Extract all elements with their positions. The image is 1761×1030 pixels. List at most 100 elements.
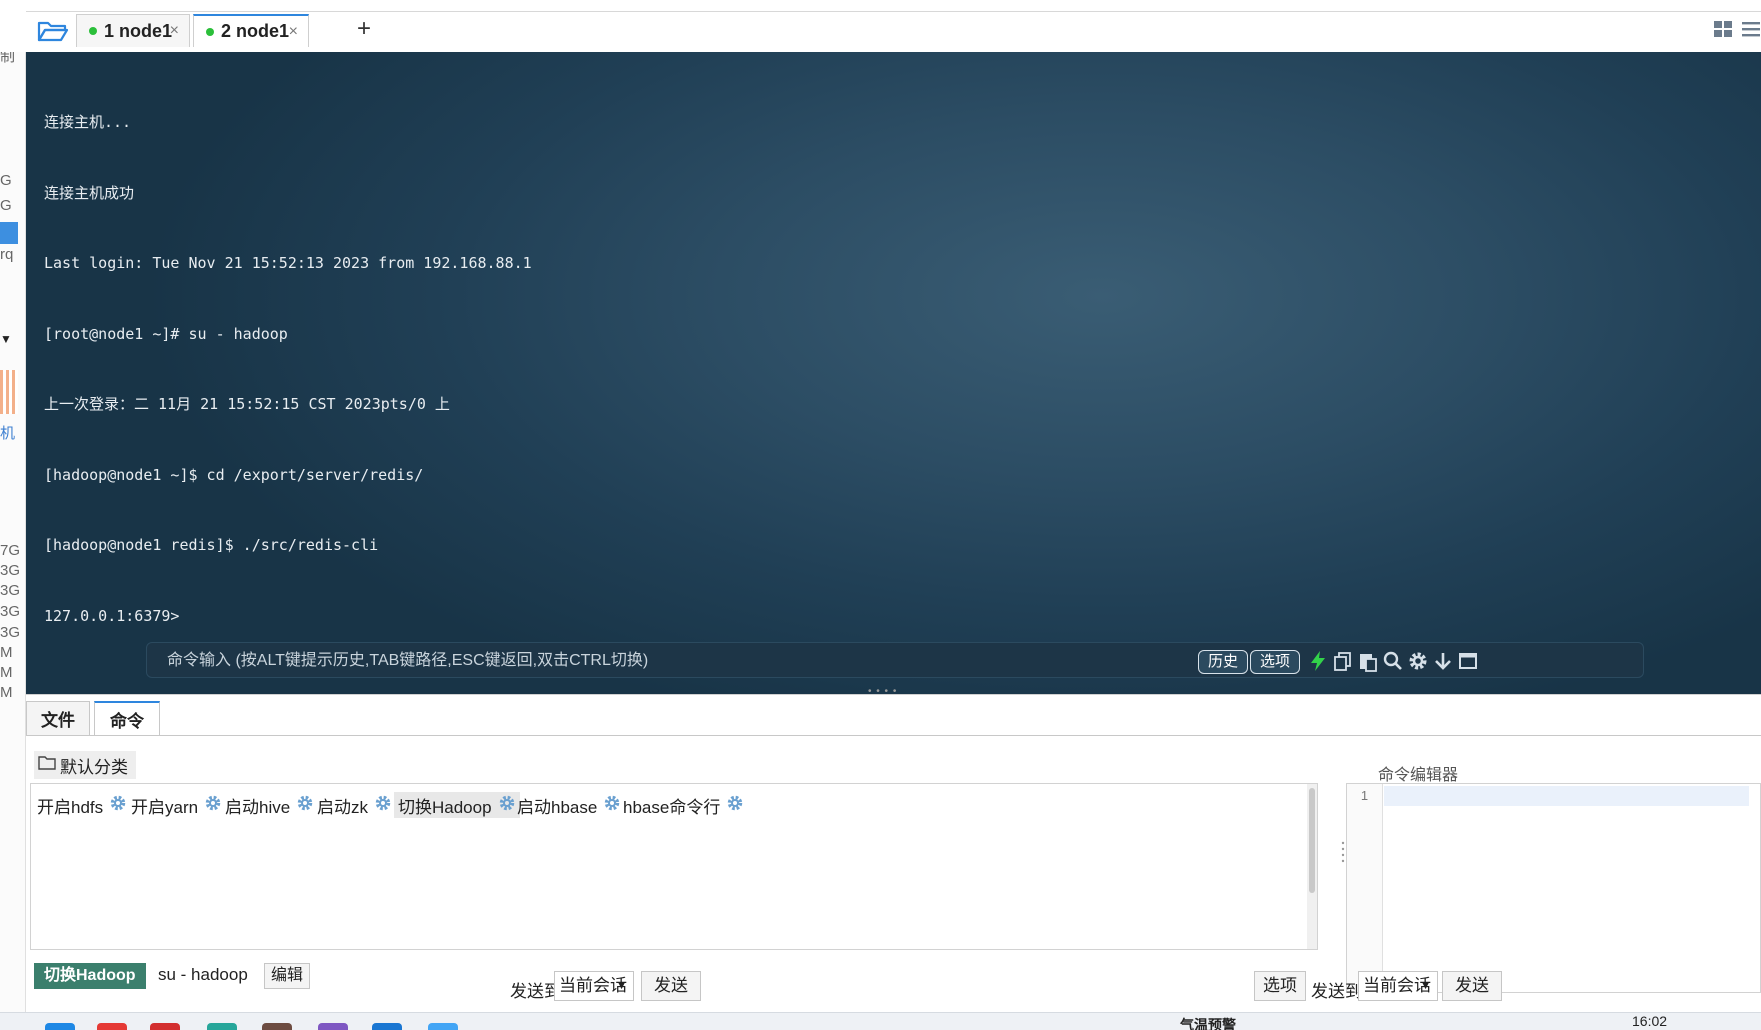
command-input-bar: 历史 选项 [146,642,1644,678]
command-editor-textarea[interactable] [1387,786,1747,986]
options-button[interactable]: 选项 [1250,650,1301,674]
menu-icon[interactable] [1741,20,1761,43]
bottom-panel: 文件 命令 默认分类 开启hdfs 开启yarn 启动hive 启动zk 切换H… [26,694,1761,1001]
edit-command-button[interactable]: 编辑 [264,963,311,989]
gear-icon[interactable] [204,794,222,817]
sidebar-fragment: M [0,664,13,681]
sidebar-fragment: rq [0,246,14,263]
ide-icon[interactable] [318,1023,348,1030]
tab-label: 2 node1 [221,21,290,41]
quick-command-label: 开启yarn [131,797,199,817]
download-arrow-icon[interactable] [1432,650,1454,672]
sidebar-fragment: 3G [0,624,21,641]
category-default[interactable]: 默认分类 [34,751,136,779]
app-icon[interactable] [428,1023,458,1030]
sidebar-fragment: G [0,197,12,214]
tab-session-1[interactable]: 1 node1 × [76,14,190,47]
quick-command-item[interactable]: 启动hbase [513,792,625,818]
paste-icon[interactable] [1357,650,1379,672]
quick-command-item[interactable]: 启动zk [313,792,396,818]
app-icon[interactable] [150,1023,180,1030]
maximize-icon[interactable] [1457,650,1479,672]
scrollbar-thumb[interactable] [1309,788,1315,893]
add-tab-button[interactable]: + [357,15,371,43]
selected-command-name: 切换Hadoop [34,963,146,989]
editor-send-target-select[interactable]: 当前会话 ▼ [1358,971,1438,1001]
send-target-select[interactable]: 当前会话 ▼ [554,971,634,1001]
chevron-down-icon[interactable]: ▼ [0,332,12,346]
left-sidebar-clipped: 制 G G rq ▼ 机 7G 3G 3G 3G 3G M M M [0,52,26,1012]
app-icon[interactable] [45,1023,75,1030]
connected-status-dot [206,27,214,36]
gear-icon[interactable] [109,794,127,817]
tab-session-2[interactable]: 2 node1 × [193,14,309,47]
terminal-prompt: 127.0.0.1:6379> [44,606,180,625]
lightning-icon[interactable] [1307,650,1329,672]
quick-command-item[interactable]: 启动hive [221,792,318,818]
category-label: 默认分类 [60,757,128,777]
gear-icon[interactable] [1407,650,1429,672]
search-icon[interactable] [1382,650,1404,672]
tab-commands[interactable]: 命令 [94,701,160,736]
tab-files[interactable]: 文件 [26,701,90,735]
quick-command-label: hbase命令行 [623,797,721,817]
line-number-gutter: 1 [1347,784,1383,992]
editor-send-button[interactable]: 发送 [1442,971,1502,1001]
quick-command-label: 启动hive [225,797,291,817]
sidebar-fragment: M [0,644,13,661]
command-editor: 1 [1346,783,1761,993]
open-folder-icon[interactable] [36,18,70,44]
weather-text: 气温预警 [1180,1017,1236,1030]
chevron-down-icon: ▼ [1420,980,1431,992]
close-icon[interactable]: × [289,23,298,41]
quick-command-item[interactable]: 开启hdfs [33,792,131,818]
command-editor-title: 命令编辑器 [1378,767,1459,784]
gear-icon[interactable] [374,794,392,817]
close-icon[interactable]: × [170,22,179,40]
panel-divider [26,735,1761,736]
selected-command-text: su - hadoop [158,965,248,984]
os-taskbar: 气温预警 16:02 [0,1012,1761,1030]
quick-command-item[interactable]: 开启yarn [127,792,226,818]
sidebar-fragment: 机 [0,425,16,442]
vertical-scrollbar[interactable] [1307,784,1317,949]
quick-command-item-selected[interactable]: 切换Hadoop [394,792,520,818]
folder-icon [38,755,56,775]
gear-icon[interactable] [726,794,744,817]
command-input[interactable] [167,651,1267,671]
history-button[interactable]: 历史 [1198,650,1249,674]
tab-bar-divider [26,11,1761,12]
sidebar-selected-marker [0,222,18,244]
tab-label: 1 node1 [104,20,173,41]
editor-options-button[interactable]: 选项 [1254,971,1306,1001]
quick-command-label: 开启hdfs [37,797,104,817]
sidebar-fragment: 7G [0,542,21,559]
sidebar-fragment: 制 [0,52,16,65]
terminal-line: 连接主机成功 [44,183,135,202]
gear-icon[interactable] [296,794,314,817]
quick-command-label: 启动zk [317,797,368,817]
quick-command-item[interactable]: hbase命令行 [619,792,748,818]
copy-icon[interactable] [1332,650,1354,672]
connected-status-dot [89,27,97,35]
terminal-line: Last login: Tue Nov 21 15:52:13 2023 fro… [44,254,532,272]
send-to-label: 发送到 [1311,982,1362,1001]
terminal-output: 连接主机... 连接主机成功 Last login: Tue Nov 21 15… [44,64,532,675]
chevron-down-icon: ▼ [616,980,627,992]
line-number: 1 [1360,788,1369,803]
quick-command-label: 切换Hadoop [398,797,492,817]
app-icon[interactable] [262,1023,292,1030]
app-icon[interactable] [372,1023,402,1030]
layout-grid-icon[interactable] [1713,20,1733,43]
terminal-view[interactable]: 连接主机... 连接主机成功 Last login: Tue Nov 21 15… [26,52,1761,694]
clock: 16:02 [1632,1013,1668,1029]
app-icon[interactable] [207,1023,237,1030]
sidebar-fragment: 3G [0,603,21,620]
sidebar-fragment: M [0,684,13,701]
send-button[interactable]: 发送 [641,971,701,1001]
sidebar-fragment: G [0,172,12,189]
terminal-line: [root@node1 ~]# su - hadoop [44,324,288,343]
sidebar-fragment: 3G [0,562,21,579]
browser-icon[interactable] [97,1023,127,1030]
terminal-line: 连接主机... [44,113,132,131]
